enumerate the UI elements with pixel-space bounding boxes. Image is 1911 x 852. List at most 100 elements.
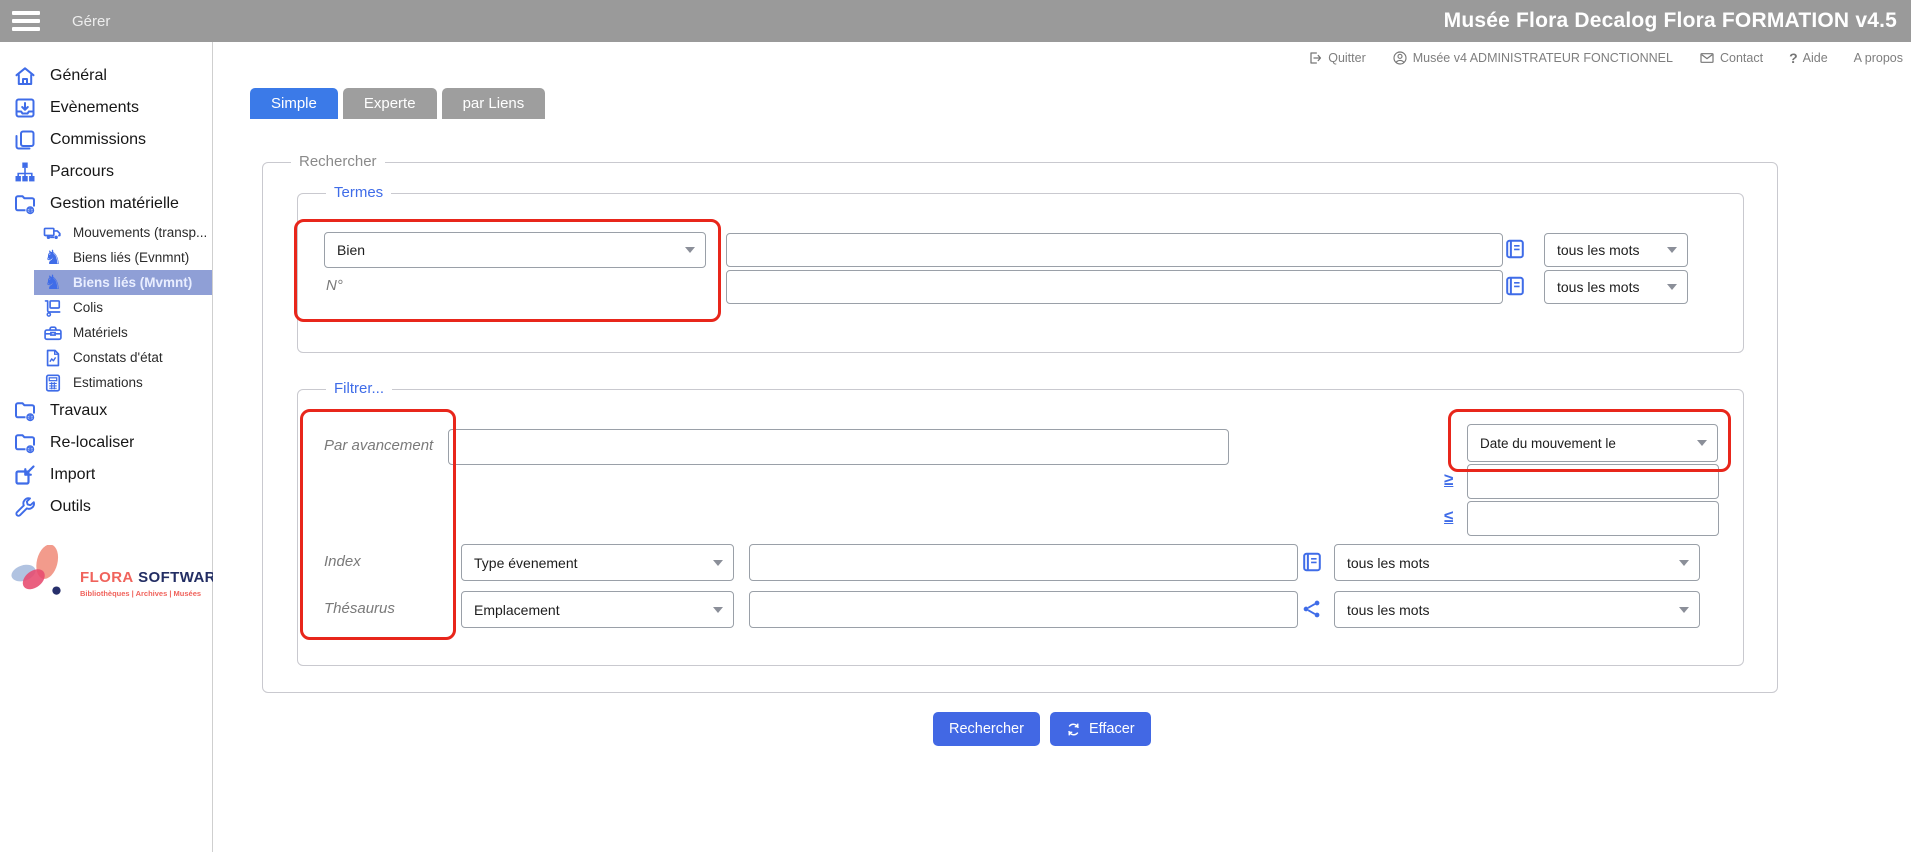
filtrer-legend: Filtrer... xyxy=(326,379,392,399)
refresh-icon xyxy=(1066,722,1081,737)
rechercher-legend: Rechercher xyxy=(291,152,385,172)
sidebar-item-label: Gestion matérielle xyxy=(50,195,179,213)
sidebar-item-label: Estimations xyxy=(73,375,143,390)
sidebar-item-parcours[interactable]: Parcours xyxy=(0,156,212,188)
date-field-select[interactable]: Date du mouvement le xyxy=(1467,424,1718,462)
wrench-icon xyxy=(13,495,37,519)
sidebar-item-mouvements-transp[interactable]: Mouvements (transp... xyxy=(34,220,212,245)
sidebar-item-gestion-materielle[interactable]: Gestion matérielle xyxy=(0,188,212,220)
import-icon xyxy=(13,463,37,487)
utility-bar: Quitter Musée v4 ADMINISTRATEUR FONCTIONN… xyxy=(1307,50,1903,66)
filtrer-panel: Filtrer... Par avancement Date du mouvem… xyxy=(297,389,1744,666)
utility-link-aide[interactable]: ? Aide xyxy=(1789,50,1828,66)
sidebar-item-constats-d-etat[interactable]: Constats d'état xyxy=(34,345,212,370)
sidebar-item-biens-lies-evnmnt[interactable]: ♞Biens liés (Evnmnt) xyxy=(34,245,212,270)
tab-experte[interactable]: Experte xyxy=(343,88,437,119)
index-field-selected-value: Type évenement xyxy=(474,555,578,571)
sidebar-item-general[interactable]: Général xyxy=(0,60,212,92)
utility-link-quitter[interactable]: Quitter xyxy=(1307,50,1366,66)
sidebar-item-label: Général xyxy=(50,67,107,85)
sidebar: Général Evènements Commissions Parcours Gest… xyxy=(0,42,213,852)
sidebar-item-re-localiser[interactable]: Re-localiser xyxy=(0,427,212,459)
utility-link-label: A propos xyxy=(1854,51,1903,65)
termes-panel: Termes Bien tous les mots N° xyxy=(297,193,1744,353)
sidebar-item-label: Re-localiser xyxy=(50,434,134,452)
par-avancement-input[interactable] xyxy=(448,429,1229,465)
sidebar-item-commissions[interactable]: Commissions xyxy=(0,124,212,156)
utility-link-label: Quitter xyxy=(1328,51,1366,65)
chevron-down-icon xyxy=(1697,440,1707,446)
date-gte-input[interactable] xyxy=(1467,464,1719,499)
copy-icon xyxy=(13,128,37,152)
rechercher-button[interactable]: Rechercher xyxy=(933,712,1040,746)
chevron-down-icon xyxy=(713,560,723,566)
sidebar-item-label: Evènements xyxy=(50,99,139,117)
thesaurus-match-value: tous les mots xyxy=(1347,602,1429,618)
index-book-icon[interactable] xyxy=(1301,551,1323,573)
folder-globe-icon xyxy=(13,431,37,455)
report-icon xyxy=(43,348,63,368)
hamburger-menu-icon[interactable] xyxy=(10,7,42,35)
topbar-menu-gerer[interactable]: Gérer xyxy=(72,13,110,30)
index-label: Index xyxy=(324,553,361,570)
sidebar-item-biens-lies-mvmnt[interactable]: ♞Biens liés (Mvmnt) xyxy=(34,270,212,295)
index-match-select[interactable]: tous les mots xyxy=(1334,544,1700,581)
chevron-down-icon xyxy=(1667,284,1677,290)
question-icon: ? xyxy=(1789,50,1798,66)
sidebar-item-evenements[interactable]: Evènements xyxy=(0,92,212,124)
sidebar-item-estimations[interactable]: Estimations xyxy=(34,370,212,395)
app-title: Musée Flora Decalog Flora FORMATION v4.5 xyxy=(1444,9,1901,33)
termes-row1-match-select[interactable]: tous les mots xyxy=(1544,233,1688,267)
utility-link-contact[interactable]: Contact xyxy=(1699,50,1763,66)
index-book-icon[interactable] xyxy=(1504,275,1526,297)
sidebar-item-outils[interactable]: Outils xyxy=(0,491,212,523)
thesaurus-field-select[interactable]: Emplacement xyxy=(461,591,734,628)
thesaurus-field-selected-value: Emplacement xyxy=(474,602,560,618)
sidebar-item-label: Mouvements (transp... xyxy=(73,225,207,240)
effacer-button[interactable]: Effacer xyxy=(1050,712,1151,746)
termes-row2-input[interactable] xyxy=(726,270,1503,304)
utility-link-a-propos[interactable]: A propos xyxy=(1854,51,1903,65)
folder-globe-icon xyxy=(13,192,37,216)
chevron-down-icon xyxy=(713,607,723,613)
inbox-icon xyxy=(13,96,37,120)
utility-link-label: Aide xyxy=(1803,51,1828,65)
knight-icon: ♞ xyxy=(43,273,63,293)
index-match-value: tous les mots xyxy=(1347,555,1429,571)
form-actions: Rechercher Effacer xyxy=(933,712,1151,746)
sidebar-item-label: Import xyxy=(50,466,95,484)
logo-brand: FLORA SOFTWARE xyxy=(80,569,226,587)
date-lte-input[interactable] xyxy=(1467,501,1719,536)
app-window: Gérer Musée Flora Decalog Flora FORMATIO… xyxy=(0,0,1911,852)
index-book-icon[interactable] xyxy=(1504,238,1526,260)
thesaurus-share-icon[interactable] xyxy=(1301,598,1323,620)
index-input[interactable] xyxy=(749,544,1298,581)
utility-link-musee-v4-administrateur-fonctionnel[interactable]: Musée v4 ADMINISTRATEUR FONCTIONNEL xyxy=(1392,50,1673,66)
sidebar-item-travaux[interactable]: Travaux xyxy=(0,395,212,427)
termes-row2-match-select[interactable]: tous les mots xyxy=(1544,270,1688,304)
greater-equal-link[interactable]: ≥ xyxy=(1444,470,1453,490)
logo-tagline: Bibliothèques | Archives | Musées xyxy=(80,589,226,598)
thesaurus-input[interactable] xyxy=(749,591,1298,628)
less-equal-link[interactable]: ≤ xyxy=(1444,507,1453,527)
index-field-select[interactable]: Type évenement xyxy=(461,544,734,581)
tab-simple[interactable]: Simple xyxy=(250,88,338,119)
sidebar-item-import[interactable]: Import xyxy=(0,459,212,491)
utility-link-label: Contact xyxy=(1720,51,1763,65)
sidebar-item-materiels[interactable]: Matériels xyxy=(34,320,212,345)
termes-row1-input[interactable] xyxy=(726,233,1503,267)
sidebar-item-label: Parcours xyxy=(50,163,114,181)
dolly-icon xyxy=(43,298,63,318)
chevron-down-icon xyxy=(1679,560,1689,566)
effacer-button-label: Effacer xyxy=(1089,721,1135,737)
thesaurus-match-select[interactable]: tous les mots xyxy=(1334,591,1700,628)
tab-par-liens[interactable]: par Liens xyxy=(442,88,546,119)
topbar: Gérer Musée Flora Decalog Flora FORMATIO… xyxy=(0,0,1911,42)
home-icon xyxy=(13,64,37,88)
knight-icon: ♞ xyxy=(43,248,63,268)
sidebar-item-colis[interactable]: Colis xyxy=(34,295,212,320)
sidebar-item-label: Matériels xyxy=(73,325,128,340)
chevron-down-icon xyxy=(685,247,695,253)
termes-field-select[interactable]: Bien xyxy=(324,232,706,268)
user-circle-icon xyxy=(1392,50,1408,66)
